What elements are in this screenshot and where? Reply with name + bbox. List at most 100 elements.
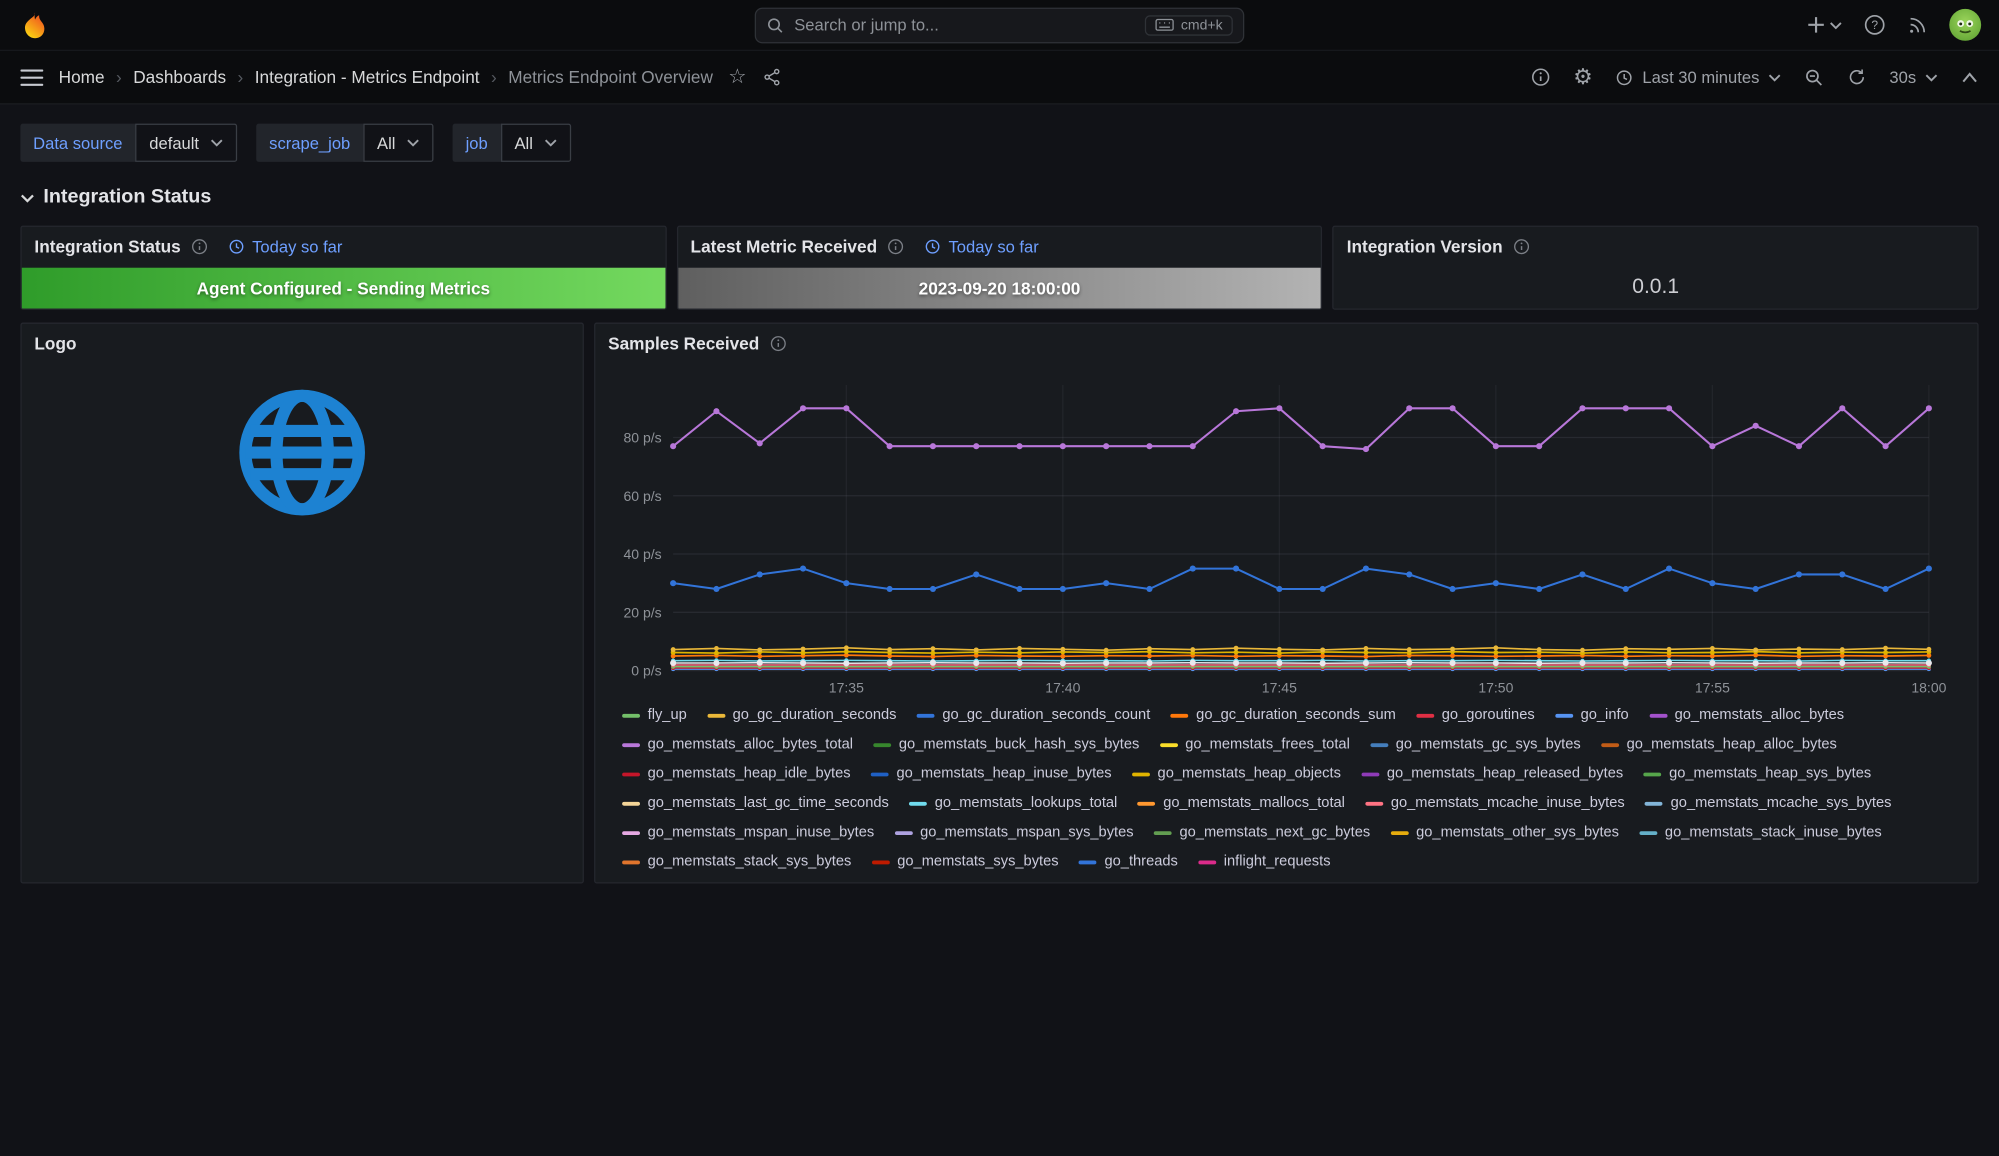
legend-item[interactable]: go_goroutines: [1416, 702, 1534, 727]
zoom-out-button[interactable]: [1804, 67, 1824, 87]
logo-image-wrap: [22, 385, 583, 520]
dashboard-insights-button[interactable]: [1531, 68, 1550, 87]
legend-item[interactable]: go_info: [1555, 702, 1629, 727]
grafana-logo[interactable]: [18, 8, 51, 41]
legend-item[interactable]: go_memstats_other_sys_bytes: [1391, 820, 1619, 845]
legend-item[interactable]: go_memstats_gc_sys_bytes: [1370, 732, 1580, 757]
legend-item[interactable]: go_threads: [1079, 849, 1178, 874]
legend-item[interactable]: go_memstats_mcache_inuse_bytes: [1365, 790, 1624, 815]
legend-item[interactable]: go_gc_duration_seconds: [707, 702, 896, 727]
legend-item[interactable]: go_memstats_buck_hash_sys_bytes: [873, 732, 1139, 757]
breadcrumb-folder[interactable]: Integration - Metrics Endpoint: [255, 68, 480, 87]
variable-value-dropdown[interactable]: default: [135, 124, 237, 162]
chart-legend: fly_up go_gc_duration_seconds go_gc_durati…: [595, 699, 1977, 875]
samples-chart[interactable]: 0 p/s20 p/s40 p/s60 p/s80 p/s17:3517:401…: [595, 362, 1977, 699]
help-button[interactable]: ?: [1864, 14, 1886, 36]
legend-item[interactable]: go_memstats_last_gc_time_seconds: [622, 790, 889, 815]
panel-link-today[interactable]: Today so far: [228, 236, 343, 255]
legend-swatch: [1639, 831, 1657, 835]
legend-label: fly_up: [648, 708, 687, 723]
clock-icon: [924, 238, 941, 255]
legend-item[interactable]: go_memstats_heap_sys_bytes: [1644, 761, 1872, 786]
variable-value-dropdown[interactable]: All: [363, 124, 434, 162]
legend-item[interactable]: go_memstats_mspan_inuse_bytes: [622, 820, 874, 845]
legend-item[interactable]: go_memstats_stack_inuse_bytes: [1639, 820, 1881, 845]
search-icon: [766, 16, 784, 34]
legend-item[interactable]: go_memstats_alloc_bytes: [1649, 702, 1844, 727]
legend-item[interactable]: go_gc_duration_seconds_sum: [1171, 702, 1396, 727]
settings-button[interactable]: ⚙: [1573, 66, 1592, 88]
legend-item[interactable]: go_memstats_alloc_bytes_total: [622, 732, 853, 757]
legend-label: go_memstats_gc_sys_bytes: [1396, 737, 1581, 752]
panel-title[interactable]: Samples Received: [608, 333, 759, 352]
legend-item[interactable]: go_memstats_sys_bytes: [872, 849, 1059, 874]
info-circle-icon[interactable]: [769, 335, 786, 352]
legend-item[interactable]: go_memstats_heap_idle_bytes: [622, 761, 850, 786]
legend-label: go_memstats_mcache_sys_bytes: [1671, 796, 1892, 811]
refresh-icon: [1847, 68, 1866, 87]
share-button[interactable]: [762, 68, 781, 87]
time-range-picker[interactable]: Last 30 minutes: [1616, 68, 1781, 87]
variable-value-dropdown[interactable]: All: [500, 124, 571, 162]
info-circle-icon[interactable]: [1513, 238, 1530, 255]
panel-header: Samples Received: [595, 324, 1977, 362]
collapse-toolbar-button[interactable]: [1961, 71, 1979, 82]
legend-swatch: [1416, 713, 1434, 717]
legend-label: go_memstats_mallocs_total: [1163, 796, 1345, 811]
legend-label: go_memstats_sys_bytes: [897, 854, 1058, 869]
legend-item[interactable]: go_memstats_mcache_sys_bytes: [1645, 790, 1891, 815]
legend-item[interactable]: go_gc_duration_seconds_count: [917, 702, 1150, 727]
add-button[interactable]: [1806, 15, 1842, 34]
star-button[interactable]: ☆: [728, 67, 746, 87]
panel-title[interactable]: Integration Version: [1347, 236, 1503, 255]
legend-label: inflight_requests: [1224, 854, 1331, 869]
legend-swatch: [1138, 801, 1156, 805]
legend-label: go_memstats_stack_sys_bytes: [648, 854, 852, 869]
legend-item[interactable]: go_memstats_heap_alloc_bytes: [1601, 732, 1837, 757]
legend-item[interactable]: go_memstats_heap_released_bytes: [1361, 761, 1623, 786]
refresh-button[interactable]: [1847, 68, 1866, 87]
legend-item[interactable]: go_memstats_stack_sys_bytes: [622, 849, 851, 874]
zoom-out-icon: [1804, 67, 1824, 87]
row-integration-status[interactable]: Integration Status: [20, 186, 1978, 209]
stat-value-bar: 2023-09-20 18:00:00: [678, 268, 1321, 309]
chevron-down-icon: [407, 139, 420, 147]
hamburger-icon: [20, 68, 43, 86]
legend-item[interactable]: go_memstats_mallocs_total: [1138, 790, 1345, 815]
mega-menu-button[interactable]: [20, 68, 43, 86]
search-bar[interactable]: Search or jump to... cmd+k: [755, 7, 1245, 43]
legend-swatch: [622, 713, 640, 717]
legend-item[interactable]: inflight_requests: [1198, 849, 1330, 874]
info-circle-icon[interactable]: [191, 238, 208, 255]
breadcrumb-dashboards[interactable]: Dashboards: [133, 68, 226, 87]
panel-link-today[interactable]: Today so far: [924, 236, 1039, 255]
panel-title[interactable]: Latest Metric Received: [691, 236, 878, 255]
legend-item[interactable]: go_memstats_heap_objects: [1132, 761, 1341, 786]
globe-icon: [235, 385, 370, 520]
info-circle-icon[interactable]: [887, 238, 904, 255]
panel-latest-metric: Latest Metric Received Today so far 2023…: [677, 226, 1323, 310]
legend-swatch: [1132, 772, 1150, 776]
grafana-dashboard: Search or jump to... cmd+k ?: [0, 0, 1999, 1156]
legend-item[interactable]: go_memstats_heap_inuse_bytes: [871, 761, 1112, 786]
legend-label: go_gc_duration_seconds: [733, 708, 897, 723]
legend-label: go_memstats_frees_total: [1185, 737, 1350, 752]
legend-item[interactable]: fly_up: [622, 702, 687, 727]
legend-label: go_memstats_heap_inuse_bytes: [896, 766, 1111, 781]
legend-item[interactable]: go_memstats_frees_total: [1160, 732, 1350, 757]
panel-title[interactable]: Logo: [34, 333, 76, 352]
legend-item[interactable]: go_memstats_mspan_sys_bytes: [895, 820, 1134, 845]
panel-title[interactable]: Integration Status: [34, 236, 180, 255]
legend-swatch: [871, 772, 889, 776]
breadcrumb-home[interactable]: Home: [59, 68, 105, 87]
variable-label: scrape_job: [256, 124, 363, 162]
legend-item[interactable]: go_memstats_next_gc_bytes: [1154, 820, 1370, 845]
user-avatar[interactable]: [1949, 9, 1981, 41]
legend-swatch: [1555, 713, 1573, 717]
news-button[interactable]: [1907, 15, 1927, 35]
refresh-interval-picker[interactable]: 30s: [1889, 68, 1937, 87]
legend-item[interactable]: go_memstats_lookups_total: [909, 790, 1117, 815]
stat-panels-row: Integration Status Today so far Agent Co…: [20, 226, 1978, 310]
panel-samples-received: Samples Received 0 p/s20 p/s40 p/s60 p/s…: [594, 323, 1979, 884]
keyboard-icon: [1155, 18, 1174, 32]
